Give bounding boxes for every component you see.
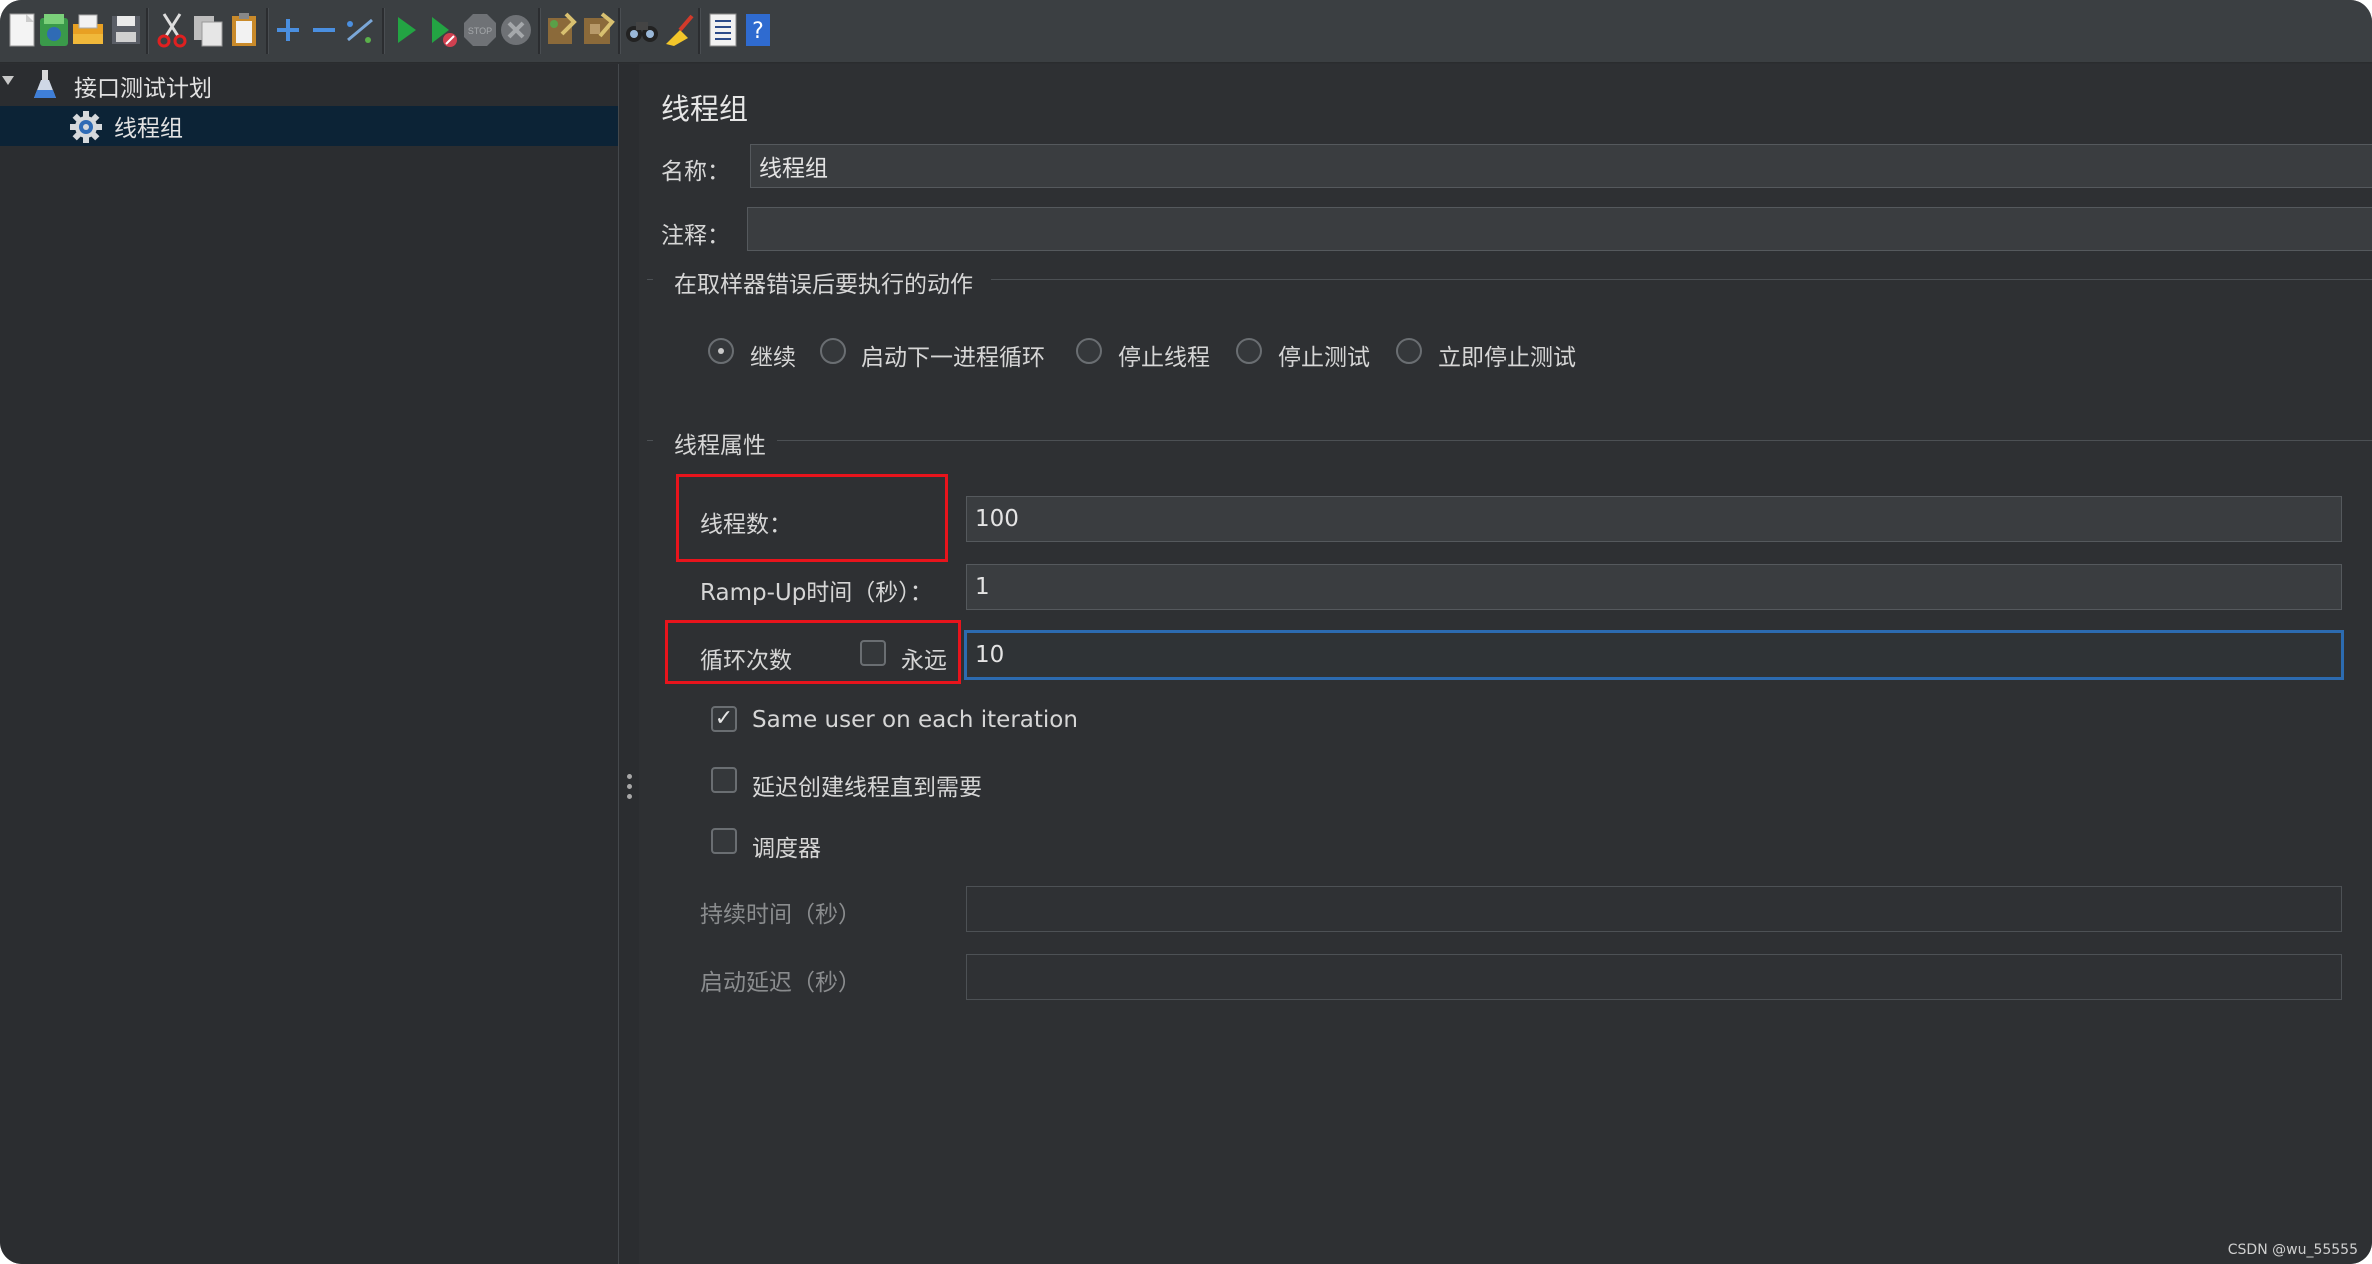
radio-start-next-loop-label: 启动下一进程循环 [861,345,1045,371]
same-user-checkbox[interactable]: ✓ [711,706,737,732]
tree-item-thread-group[interactable]: 线程组 [0,106,620,146]
radio-stop-thread-label: 停止线程 [1118,345,1210,371]
section-border [647,279,653,280]
help-icon[interactable]: ? [736,7,780,53]
duration-field[interactable] [966,886,2342,932]
section-border [991,279,2372,280]
svg-text:?: ? [752,19,764,44]
scheduler-checkbox[interactable] [711,828,737,854]
page-title: 线程组 [661,92,749,126]
delay-create-label: 延迟创建线程直到需要 [752,775,982,801]
pane-splitter[interactable] [618,64,640,1264]
shutdown-icon[interactable] [494,7,538,53]
rampup-label: Ramp-Up时间（秒）： [700,580,933,606]
annotation-highlight-threads [676,474,948,562]
radio-continue[interactable] [708,338,734,364]
annotation-highlight-loop [665,620,961,684]
thread-props-section-title: 线程属性 [674,433,766,459]
same-user-label: Same user on each iteration [752,707,1078,733]
toggle-icon[interactable] [338,7,382,53]
toolbar: STOP ? [0,0,2372,63]
tree-item-label: 接口测试计划 [74,76,212,102]
error-action-section-title: 在取样器错误后要执行的动作 [674,272,973,298]
radio-stop-test-label: 停止测试 [1278,345,1370,371]
delay-create-checkbox[interactable] [711,767,737,793]
save-icon[interactable] [104,7,148,53]
toolbar-separator [146,8,149,54]
radio-stop-test-now[interactable] [1396,338,1422,364]
comment-label: 注释： [661,223,730,249]
radio-continue-label: 继续 [750,345,796,371]
loop-count-field[interactable]: 10 [964,630,2344,680]
section-border [777,440,2372,441]
reset-search-icon[interactable] [656,7,700,53]
startup-delay-label: 启动延迟（秒） [700,970,861,996]
test-plan-flask-icon [32,68,58,108]
duration-label: 持续时间（秒） [700,902,861,928]
section-border [647,440,653,441]
splitter-grip-dot [627,794,632,799]
splitter-grip-dot [627,774,632,779]
paste-icon[interactable] [222,7,266,53]
radio-start-next-loop[interactable] [820,338,846,364]
thread-group-gear-icon [68,109,104,151]
startup-delay-field[interactable] [966,954,2342,1000]
name-label: 名称： [661,159,730,185]
stop-icon-text: STOP [468,26,492,36]
checkmark-icon: ✓ [714,706,734,731]
radio-stop-test[interactable] [1236,338,1262,364]
chevron-down-icon[interactable] [2,76,14,85]
jmeter-window: STOP ? 接口测试计划 线程组 线程组 名称： 线程组 注释： 在取样器错误… [0,0,2372,1264]
clear-all-icon[interactable] [576,7,620,53]
name-field[interactable]: 线程组 [750,144,2372,188]
thread-group-panel: 线程组 名称： 线程组 注释： 在取样器错误后要执行的动作 继续 启动下一进程循… [639,64,2372,1264]
watermark: CSDN @wu_55555 [2227,1242,2358,1258]
test-plan-tree: 接口测试计划 线程组 [0,64,620,1264]
scheduler-label: 调度器 [752,836,821,862]
splitter-grip-dot [627,784,632,789]
radio-stop-test-now-label: 立即停止测试 [1438,345,1576,371]
radio-stop-thread[interactable] [1076,338,1102,364]
tree-item-test-plan[interactable]: 接口测试计划 [0,66,618,106]
tree-item-label: 线程组 [114,116,183,142]
rampup-field[interactable]: 1 [966,564,2342,610]
comment-field[interactable] [747,207,2372,251]
threads-field[interactable]: 100 [966,496,2342,542]
